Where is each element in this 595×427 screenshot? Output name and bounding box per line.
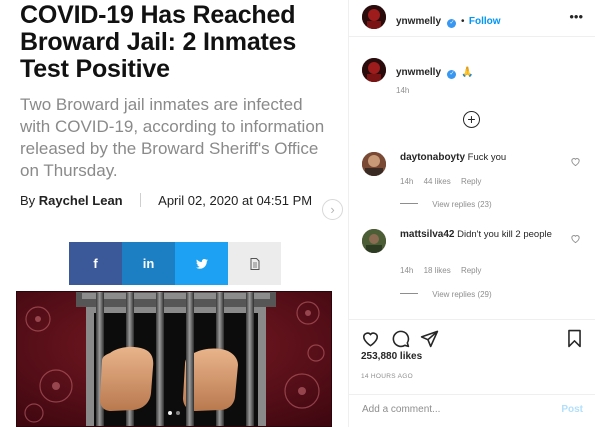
avatar-image: [362, 152, 386, 176]
post-media: COVID-19 Has Reached Broward Jail: 2 Inm…: [0, 0, 349, 427]
print-share-button: [228, 242, 281, 285]
author-avatar[interactable]: [362, 5, 386, 29]
jail-bars-photo: [16, 291, 332, 427]
follow-separator: •: [460, 16, 465, 27]
comment-body: Didn't you kill 2 people: [457, 229, 552, 240]
comment-time[interactable]: 14h: [400, 266, 413, 275]
share-direct-icon[interactable]: [420, 329, 439, 348]
avatar-image: [362, 5, 386, 29]
facebook-icon: f: [93, 256, 98, 271]
caption-avatar[interactable]: [362, 58, 386, 82]
comment-text: daytonaboyty Fuck you: [400, 152, 570, 164]
post-actions: 253,880 likes 14 HOURS AGO: [349, 319, 595, 394]
article-dek: Two Broward jail inmates are infected wi…: [20, 95, 325, 180]
comment-likes[interactable]: 44 likes: [424, 177, 451, 186]
view-replies-button[interactable]: View replies (23): [400, 200, 492, 209]
twitter-share-button: [175, 242, 228, 285]
byline-date: April 02, 2020 at 04:51 PM: [158, 193, 313, 208]
byline-divider: [140, 193, 142, 207]
carousel-dot-active: [168, 411, 172, 415]
caption-time[interactable]: 14h: [396, 86, 409, 95]
like-heart-icon[interactable]: [361, 329, 380, 348]
avatar-image: [362, 229, 386, 253]
post-comment-button[interactable]: Post: [561, 404, 583, 415]
linkedin-share-button: in: [122, 242, 175, 285]
post-timestamp[interactable]: 14 HOURS AGO: [361, 373, 413, 380]
document-icon: [250, 257, 259, 270]
comment-likes[interactable]: 18 likes: [424, 266, 451, 275]
comment-meta: 14h 18 likes Reply: [400, 266, 489, 275]
comment-username[interactable]: daytonaboyty: [400, 152, 465, 163]
comment-like-heart-icon[interactable]: [570, 233, 581, 244]
carousel-next-button[interactable]: ›: [322, 199, 343, 220]
share-bar: f in: [69, 242, 281, 285]
comment-time[interactable]: 14h: [400, 177, 413, 186]
article-headline: COVID-19 Has Reached Broward Jail: 2 Inm…: [20, 1, 297, 83]
follow-button[interactable]: Follow: [469, 16, 501, 27]
add-comment-bar: Post: [349, 394, 595, 427]
view-replies-label[interactable]: View replies (23): [432, 200, 491, 209]
post-header: ynwmelly ✓ • Follow •••: [349, 0, 595, 37]
author-username[interactable]: ynwmelly: [396, 16, 441, 27]
article-byline: By Raychel Lean April 02, 2020 at 04:51 …: [20, 193, 312, 208]
byline-prefix: By: [20, 193, 36, 208]
caption-username[interactable]: ynwmelly: [396, 67, 441, 78]
caption-emoji: 🙏: [460, 67, 474, 78]
commenter-avatar[interactable]: [362, 229, 386, 253]
save-bookmark-icon[interactable]: [565, 329, 584, 348]
view-replies-label[interactable]: View replies (29): [432, 290, 491, 299]
jail-illustration: [16, 291, 332, 427]
comment-text: mattsilva42 Didn't you kill 2 people: [400, 229, 570, 241]
caption-text: ynwmelly ✓ 🙏: [396, 62, 473, 80]
avatar-image: [362, 58, 386, 82]
byline-author: Raychel Lean: [38, 193, 123, 208]
comment-icon[interactable]: [391, 329, 410, 348]
comment-meta: 14h 44 likes Reply: [400, 177, 489, 186]
more-options-icon[interactable]: •••: [569, 9, 583, 24]
twitter-icon: [195, 258, 208, 269]
replies-divider: [400, 203, 418, 204]
comment-username[interactable]: mattsilva42: [400, 229, 454, 240]
comment-body: Fuck you: [467, 152, 507, 163]
linkedin-icon: in: [142, 256, 155, 271]
post-panel: ynwmelly ✓ • Follow ••• ynwmelly ✓ 🙏 14h…: [349, 0, 595, 427]
comment-reply-button[interactable]: Reply: [461, 177, 481, 186]
verified-badge-icon: ✓: [447, 19, 457, 28]
carousel-indicator: [168, 411, 180, 415]
verified-badge-icon: ✓: [447, 70, 457, 79]
replies-divider: [400, 293, 418, 294]
load-more-comments-icon[interactable]: +: [463, 111, 480, 128]
comment-reply-button[interactable]: Reply: [461, 266, 481, 275]
likes-count[interactable]: 253,880 likes: [361, 351, 422, 362]
header-title: ynwmelly ✓ • Follow: [396, 11, 501, 29]
carousel-dot: [176, 411, 180, 415]
comment-like-heart-icon[interactable]: [570, 156, 581, 167]
view-replies-button[interactable]: View replies (29): [400, 290, 492, 299]
add-comment-input[interactable]: [362, 404, 542, 415]
facebook-share-button: f: [69, 242, 122, 285]
commenter-avatar[interactable]: [362, 152, 386, 176]
